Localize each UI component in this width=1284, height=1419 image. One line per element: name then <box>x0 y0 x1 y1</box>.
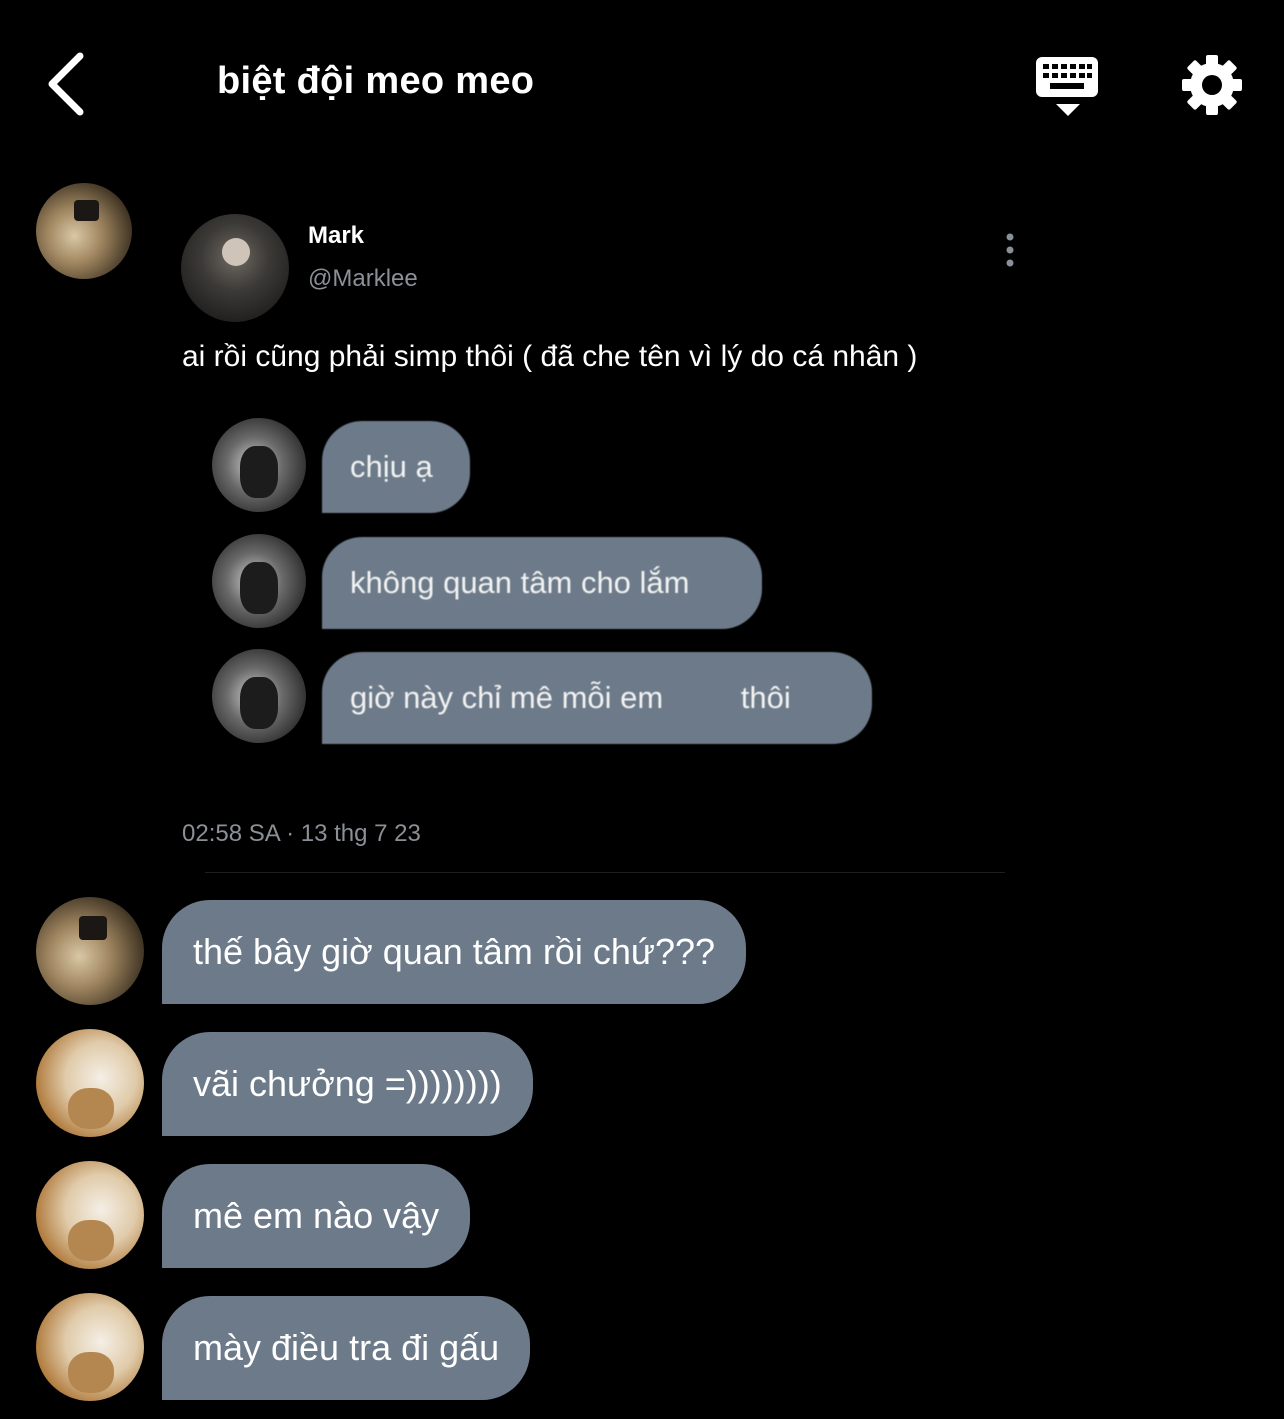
tweet-author-name[interactable]: Mark <box>308 222 364 250</box>
back-button[interactable] <box>40 50 100 120</box>
embedded-message: giờ này chỉ mê mỗi em thôi <box>322 652 872 744</box>
chevron-left-icon <box>48 52 84 116</box>
embedded-avatar <box>212 649 306 743</box>
tweet-timestamp: 02:58 SA · 13 thg 7 23 <box>182 820 421 847</box>
embedded-message: không quan tâm cho lắm <box>322 537 762 629</box>
tweet-author-avatar[interactable] <box>181 214 289 322</box>
settings-button[interactable] <box>1180 53 1244 117</box>
embedded-avatar <box>212 534 306 628</box>
chat-header: biệt đội meo meo <box>0 0 1284 170</box>
message-bubble[interactable]: mê em nào vậy <box>162 1164 471 1268</box>
tweet-author-handle[interactable]: @Marklee <box>308 265 418 293</box>
more-vertical-icon <box>1006 233 1014 267</box>
chat-title[interactable]: biệt đội meo meo <box>217 60 534 103</box>
sender-avatar[interactable] <box>36 1293 144 1401</box>
sender-avatar[interactable] <box>36 1029 144 1137</box>
sender-avatar[interactable] <box>36 183 132 279</box>
tweet-more-button[interactable] <box>1000 232 1020 268</box>
message-bubble[interactable]: thế bây giờ quan tâm rồi chứ??? <box>162 900 747 1004</box>
message-bubble[interactable]: vãi chưởng =)))))))) <box>162 1032 533 1136</box>
embedded-message: chịu ạ <box>322 421 470 513</box>
tweet-text: ai rồi cũng phải simp thôi ( đã che tên … <box>182 340 918 373</box>
keyboard-icon <box>1036 57 1098 116</box>
gear-icon <box>1182 55 1242 115</box>
sender-avatar[interactable] <box>36 1161 144 1269</box>
keyboard-toggle-button[interactable] <box>1034 55 1102 119</box>
sender-avatar[interactable] <box>36 897 144 1005</box>
message-bubble[interactable]: mày điều tra đi gấu <box>162 1296 531 1400</box>
embedded-avatar <box>212 418 306 512</box>
divider <box>205 872 1005 873</box>
